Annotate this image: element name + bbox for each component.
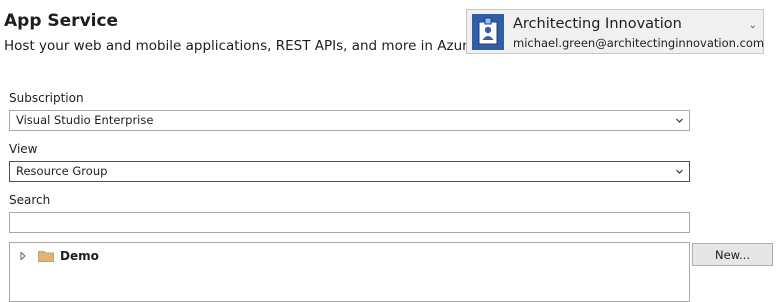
view-label: View bbox=[9, 142, 38, 156]
search-label: Search bbox=[9, 193, 51, 207]
subscription-dropdown[interactable]: Visual Studio Enterprise bbox=[9, 110, 690, 131]
chevron-down-icon[interactable]: ⌄ bbox=[749, 20, 757, 31]
account-name: Architecting Innovation bbox=[513, 16, 682, 32]
expand-arrow-icon[interactable] bbox=[18, 251, 28, 261]
user-badge-icon bbox=[472, 14, 504, 50]
search-input[interactable] bbox=[9, 212, 690, 233]
view-dropdown[interactable]: Resource Group bbox=[9, 161, 690, 182]
subscription-label: Subscription bbox=[9, 91, 84, 105]
tree-item-label: Demo bbox=[60, 248, 99, 263]
tree-item-demo[interactable]: Demo bbox=[18, 247, 99, 265]
account-selector[interactable]: Architecting Innovation michael.green@ar… bbox=[466, 9, 764, 54]
view-value: Resource Group bbox=[16, 164, 108, 178]
subscription-value: Visual Studio Enterprise bbox=[16, 113, 154, 127]
page-title: App Service bbox=[4, 11, 119, 31]
resource-tree[interactable]: Demo bbox=[9, 242, 690, 302]
account-email: michael.green@architectinginnovation.com bbox=[513, 36, 765, 50]
page-subtitle: Host your web and mobile applications, R… bbox=[4, 38, 476, 54]
chevron-down-icon bbox=[676, 118, 683, 123]
folder-icon bbox=[38, 251, 54, 262]
new-button[interactable]: New... bbox=[692, 243, 773, 266]
chevron-down-icon bbox=[676, 169, 683, 174]
